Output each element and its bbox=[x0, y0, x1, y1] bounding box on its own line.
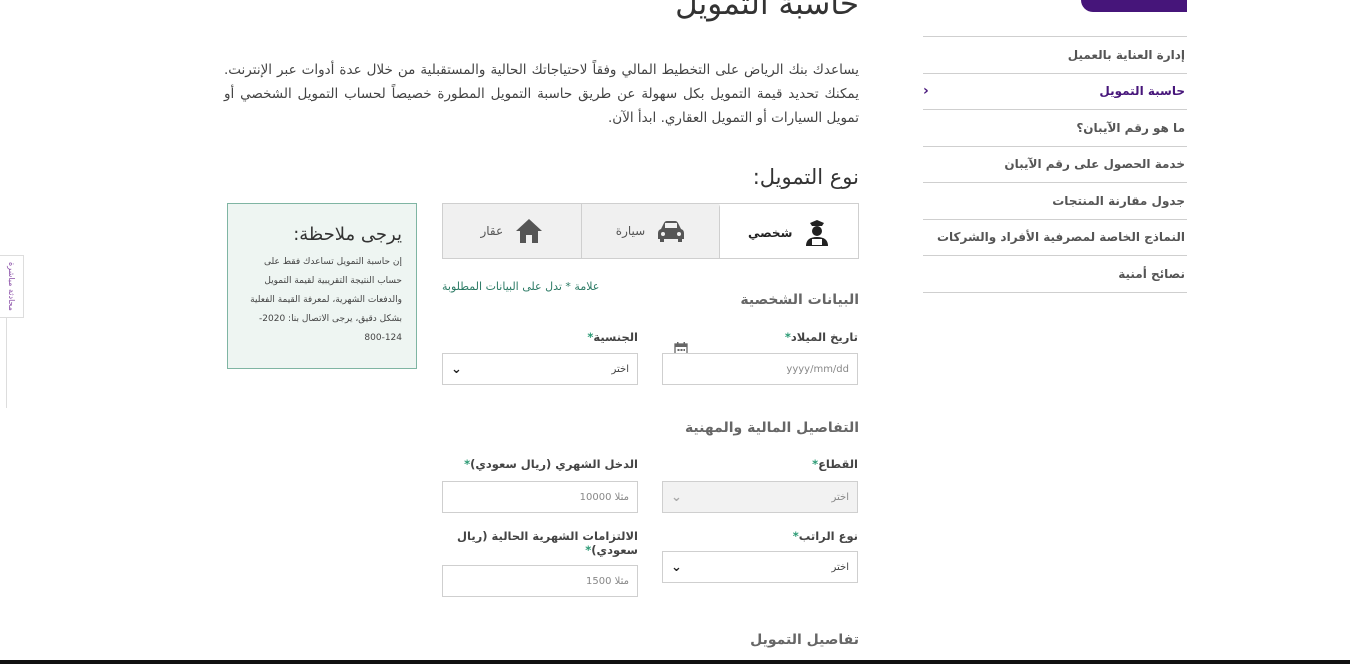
monthly-income-input[interactable]: مثلا 10000 bbox=[442, 481, 638, 513]
salary-type-label: نوع الراتب* bbox=[792, 529, 858, 543]
sidebar-menu: إدارة العناية بالعميل حاسبة التمويل ‹ ما … bbox=[923, 36, 1187, 293]
personal-section-title: البيانات الشخصية bbox=[740, 292, 859, 308]
house-icon bbox=[515, 218, 543, 244]
monthly-obligations-placeholder: مثلا 1500 bbox=[586, 575, 629, 587]
required-fields-note: علامة * تدل على البيانات المطلوبة bbox=[442, 280, 600, 293]
tab-label: عقار bbox=[480, 224, 504, 238]
person-icon bbox=[804, 219, 830, 247]
sidebar-item-label: خدمة الحصول على رقم الآيبان bbox=[1004, 157, 1185, 172]
sidebar-item-security-tips[interactable]: نصائح أمنية bbox=[923, 256, 1187, 293]
sidebar-item-label: نصائح أمنية bbox=[1118, 266, 1185, 281]
tab-personal[interactable]: شخصي bbox=[719, 204, 858, 258]
live-chat-label: محادثة مباشرة bbox=[7, 262, 16, 311]
car-icon bbox=[657, 220, 685, 242]
nationality-value: اختر bbox=[611, 363, 630, 375]
monthly-income-placeholder: مثلا 10000 bbox=[579, 491, 629, 503]
salary-type-select[interactable]: اختر ⌄ bbox=[662, 551, 858, 583]
chevron-left-icon: ‹ bbox=[923, 83, 929, 100]
finance-type-title: نوع التمويل: bbox=[752, 165, 859, 189]
sidebar-top-button[interactable] bbox=[1081, 0, 1187, 12]
bottom-bar bbox=[0, 660, 1350, 664]
divider bbox=[6, 318, 7, 408]
sector-value: اختر bbox=[831, 491, 850, 503]
monthly-income-label-text: الدخل الشهري (ريال سعودي) bbox=[470, 457, 638, 471]
monthly-obligations-label-text: الالتزامات الشهرية الحالية (ريال سعودي) bbox=[457, 529, 638, 557]
chevron-down-icon: ⌄ bbox=[451, 361, 462, 377]
sidebar-item-finance-calculator[interactable]: حاسبة التمويل ‹ bbox=[923, 74, 1187, 110]
tab-label: شخصي bbox=[747, 225, 793, 240]
birth-date-label-text: تاريخ الميلاد bbox=[790, 330, 858, 344]
sector-select[interactable]: اختر ⌄ bbox=[662, 481, 858, 513]
sidebar-item-product-comparison[interactable]: جدول مقارنة المنتجات bbox=[923, 183, 1187, 220]
finance-type-tabs: شخصي سيارة عقار bbox=[442, 203, 859, 259]
salary-type-label-text: نوع الراتب bbox=[798, 529, 858, 543]
nationality-label: الجنسية* bbox=[587, 330, 638, 344]
monthly-income-label: الدخل الشهري (ريال سعودي)* bbox=[464, 457, 638, 471]
birth-date-label: تاريخ الميلاد* bbox=[784, 330, 858, 344]
chevron-down-icon: ⌄ bbox=[671, 489, 682, 505]
salary-type-value: اختر bbox=[831, 561, 850, 573]
sidebar-item-what-is-iban[interactable]: ما هو رقم الآيبان؟ bbox=[923, 110, 1187, 147]
sector-label-text: القطاع bbox=[818, 457, 858, 471]
finance-details-section-title: تفاصيل التمويل bbox=[750, 632, 859, 648]
tab-label: سيارة bbox=[615, 224, 646, 238]
sidebar-item-label: النماذج الخاصة لمصرفية الأفراد والشركات bbox=[936, 230, 1185, 245]
monthly-obligations-label: الالتزامات الشهرية الحالية (ريال سعودي)* bbox=[457, 529, 638, 557]
note-box: يرجى ملاحظة: إن حاسبة التمويل تساعدك فقط… bbox=[227, 203, 417, 369]
birth-date-input[interactable]: yyyy/mm/dd bbox=[662, 353, 858, 385]
tab-real-estate[interactable]: عقار bbox=[443, 204, 581, 258]
live-chat-tab[interactable]: محادثة مباشرة bbox=[0, 255, 24, 318]
sidebar-item-iban-service[interactable]: خدمة الحصول على رقم الآيبان bbox=[923, 147, 1187, 183]
page-title: حاسبة التمويل bbox=[675, 0, 859, 22]
sidebar-item-label: جدول مقارنة المنتجات bbox=[1052, 193, 1185, 208]
sidebar-item-forms[interactable]: النماذج الخاصة لمصرفية الأفراد والشركات bbox=[923, 220, 1187, 256]
chevron-down-icon: ⌄ bbox=[671, 559, 682, 575]
monthly-obligations-input[interactable]: مثلا 1500 bbox=[442, 565, 638, 597]
tab-car[interactable]: سيارة bbox=[580, 204, 720, 258]
sidebar-item-label: إدارة العناية بالعميل bbox=[1067, 47, 1185, 62]
financial-section-title: التفاصيل المالية والمهنية bbox=[684, 420, 859, 436]
sidebar-item-label: حاسبة التمويل bbox=[1099, 84, 1185, 99]
nationality-select[interactable]: اختر ⌄ bbox=[442, 353, 638, 385]
sidebar-item-customer-care[interactable]: إدارة العناية بالعميل bbox=[923, 37, 1187, 74]
birth-date-placeholder: yyyy/mm/dd bbox=[786, 363, 849, 375]
note-text: إن حاسبة التمويل تساعدك فقط على حساب الن… bbox=[250, 257, 402, 343]
note-title: يرجى ملاحظة: bbox=[293, 224, 402, 245]
sector-label: القطاع* bbox=[812, 457, 858, 471]
nationality-label-text: الجنسية bbox=[593, 330, 638, 344]
sidebar-item-label: ما هو رقم الآيبان؟ bbox=[1076, 120, 1185, 135]
intro-text: يساعدك بنك الرياض على التخطيط المالي وفق… bbox=[224, 62, 859, 126]
